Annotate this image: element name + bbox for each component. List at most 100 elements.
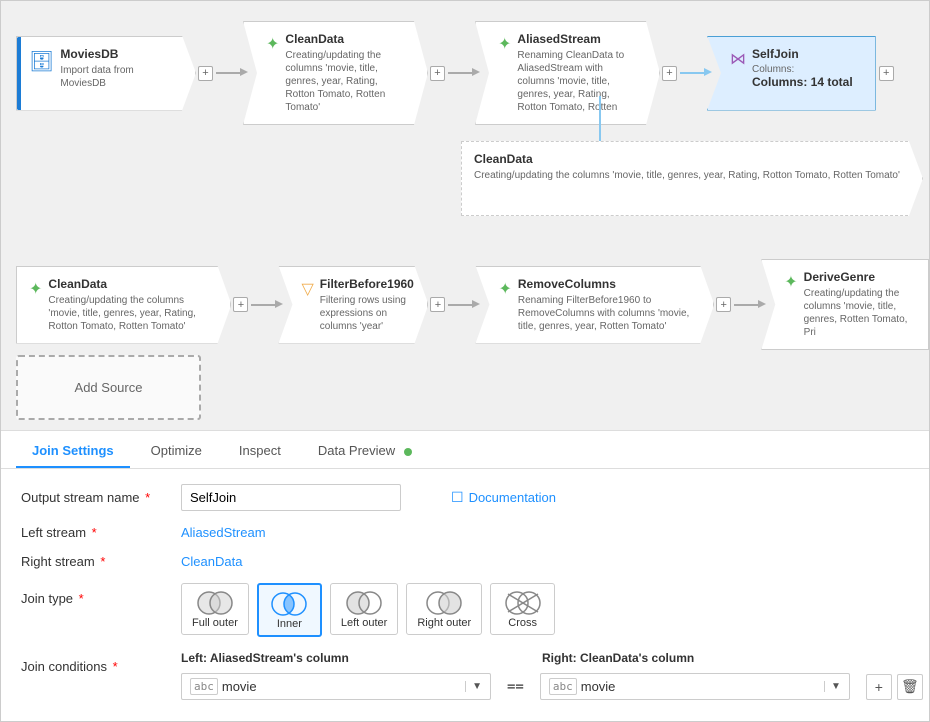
node-cleandata3-title: CleanData xyxy=(48,277,208,291)
left-outer-icon xyxy=(344,589,384,617)
inner-icon xyxy=(269,590,309,618)
plus-btn-7[interactable]: + xyxy=(716,297,731,312)
join-conditions-label: Join conditions * xyxy=(21,651,181,674)
filter-icon: ▽ xyxy=(301,279,313,299)
node-cleandata2-title: CleanData xyxy=(474,152,900,166)
plus-btn-3[interactable]: + xyxy=(662,66,677,81)
node-cleandata3-desc: Creating/updating the columns 'movie, ti… xyxy=(48,294,208,333)
node-removecolumns[interactable]: ✦ RemoveColumns Renaming FilterBefore196… xyxy=(475,266,714,344)
right-stream-row: Right stream * CleanData xyxy=(21,554,909,569)
join-btn-right-outer[interactable]: Right outer xyxy=(406,583,482,635)
alias-icon: ✦ xyxy=(498,34,511,54)
node-removecolumns-desc: Renaming FilterBefore1960 to RemoveColum… xyxy=(518,294,691,333)
left-dropdown-arrow: ▼ xyxy=(465,681,482,692)
output-stream-row: Output stream name * ☐ Documentation xyxy=(21,484,909,511)
settings-panel: Output stream name * ☐ Documentation Lef… xyxy=(1,469,929,721)
add-source-label: Add Source xyxy=(75,380,143,395)
node-filterbefore1960[interactable]: ▽ FilterBefore1960 Filtering rows using … xyxy=(278,266,428,344)
node-cleandata1-desc: Creating/updating the columns 'movie, ti… xyxy=(285,49,405,114)
left-stream-row: Left stream * AliasedStream xyxy=(21,525,909,540)
add-source-button[interactable]: Add Source xyxy=(16,355,201,420)
output-stream-label: Output stream name * xyxy=(21,490,181,505)
left-type-badge: abc xyxy=(190,678,218,695)
node-moviesdb-title: MoviesDB xyxy=(60,47,173,61)
tab-data-preview[interactable]: Data Preview xyxy=(302,435,428,468)
plus-btn-4[interactable]: + xyxy=(879,66,894,81)
node-selfjoin-desc: Columns: 14 total xyxy=(752,75,853,89)
join-conditions-headers: Left: AliasedStream's column Right: Clea… xyxy=(181,651,923,665)
data-preview-dot xyxy=(404,448,412,456)
plus-btn-5[interactable]: + xyxy=(233,297,248,312)
node-aliasedstream[interactable]: ✦ AliasedStream Renaming CleanData to Al… xyxy=(475,21,660,125)
join-conditions-row: Join conditions * Left: AliasedStream's … xyxy=(21,651,909,700)
derive-icon: ✦ xyxy=(784,272,797,292)
canvas-area: 🗄 MoviesDB Import data from MoviesDB + ✦ xyxy=(1,1,929,431)
left-column-select[interactable]: abc movie ▼ xyxy=(181,673,491,700)
tabs-bar: Join Settings Optimize Inspect Data Prev… xyxy=(1,431,929,469)
documentation-link[interactable]: ☐ Documentation xyxy=(451,489,556,506)
node-selfjoin[interactable]: ⋈ SelfJoin Columns: Columns: 14 total xyxy=(707,36,876,111)
condition-row-1: abc movie ▼ == abc movie ▼ + xyxy=(181,673,923,700)
node-aliasedstream-title: AliasedStream xyxy=(517,32,637,46)
node-aliasedstream-desc: Renaming CleanData to AliasedStream with… xyxy=(517,49,637,114)
remove-icon: ✦ xyxy=(498,279,511,299)
left-stream-label: Left stream * xyxy=(21,525,181,540)
node-derivegenre[interactable]: ✦ DeriveGenre Creating/updating the colu… xyxy=(761,259,929,350)
node-cleandata1[interactable]: ✦ CleanData Creating/updating the column… xyxy=(243,21,428,125)
join-btn-left-outer[interactable]: Left outer xyxy=(330,583,398,635)
clean1-icon: ✦ xyxy=(266,34,279,54)
node-selfjoin-sub: Columns: xyxy=(752,64,853,75)
plus-btn-2[interactable]: + xyxy=(430,66,445,81)
join-type-buttons: Full outer Inner xyxy=(181,583,555,637)
delete-condition-button[interactable]: 🗑 xyxy=(897,674,923,700)
right-stream-label: Right stream * xyxy=(21,554,181,569)
node-derivegenre-title: DeriveGenre xyxy=(804,270,918,284)
right-col-header: Right: CleanData's column xyxy=(542,651,852,665)
right-dropdown-arrow: ▼ xyxy=(824,681,841,692)
left-column-value: movie xyxy=(222,679,257,694)
tab-optimize[interactable]: Optimize xyxy=(135,435,218,468)
output-stream-input[interactable] xyxy=(181,484,401,511)
pipeline-row-1: 🗄 MoviesDB Import data from MoviesDB + ✦ xyxy=(16,21,894,125)
join-btn-cross[interactable]: Cross xyxy=(490,583,555,635)
node-filterbefore1960-title: FilterBefore1960 xyxy=(320,277,414,291)
right-column-select[interactable]: abc movie ▼ xyxy=(540,673,850,700)
tab-join-settings[interactable]: Join Settings xyxy=(16,435,130,468)
main-container: 🗄 MoviesDB Import data from MoviesDB + ✦ xyxy=(0,0,930,722)
plus-btn-6[interactable]: + xyxy=(430,297,445,312)
node-cleandata2[interactable]: CleanData Creating/updating the columns … xyxy=(461,141,923,216)
node-moviesdb-desc: Import data from MoviesDB xyxy=(60,64,173,90)
add-condition-button[interactable]: + xyxy=(866,674,892,700)
node-moviesdb[interactable]: 🗄 MoviesDB Import data from MoviesDB xyxy=(16,36,196,111)
full-outer-icon xyxy=(195,589,235,617)
right-column-value: movie xyxy=(581,679,616,694)
join-btn-inner[interactable]: Inner xyxy=(257,583,322,637)
join-type-label: Join type * xyxy=(21,583,181,606)
right-outer-label: Right outer xyxy=(417,617,471,629)
cross-label: Cross xyxy=(508,617,537,629)
eq-operator: == xyxy=(499,679,532,695)
left-col-header: Left: AliasedStream's column xyxy=(181,651,491,665)
join-btn-full-outer[interactable]: Full outer xyxy=(181,583,249,635)
right-outer-icon xyxy=(424,589,464,617)
node-derivegenre-desc: Creating/updating the columns 'movie, ti… xyxy=(804,287,918,339)
doc-icon: ☐ xyxy=(451,489,464,506)
node-filterbefore1960-desc: Filtering rows using expressions on colu… xyxy=(320,294,414,333)
left-outer-label: Left outer xyxy=(341,617,387,629)
cross-icon xyxy=(503,589,543,617)
clean3-icon: ✦ xyxy=(29,279,42,299)
plus-btn-1[interactable]: + xyxy=(198,66,213,81)
join-type-row: Join type * Full outer xyxy=(21,583,909,637)
right-type-badge: abc xyxy=(549,678,577,695)
node-selfjoin-title: SelfJoin xyxy=(752,47,853,61)
node-cleandata1-title: CleanData xyxy=(285,32,405,46)
node-cleandata2-desc: Creating/updating the columns 'movie, ti… xyxy=(474,169,900,182)
pipeline-row-3: ✦ CleanData Creating/updating the column… xyxy=(16,259,929,350)
right-stream-link[interactable]: CleanData xyxy=(181,554,242,569)
tab-inspect[interactable]: Inspect xyxy=(223,435,297,468)
left-stream-link[interactable]: AliasedStream xyxy=(181,525,266,540)
pipeline-row-2: CleanData Creating/updating the columns … xyxy=(461,141,923,216)
node-cleandata3[interactable]: ✦ CleanData Creating/updating the column… xyxy=(16,266,231,344)
inner-label: Inner xyxy=(277,618,302,630)
node-removecolumns-title: RemoveColumns xyxy=(518,277,691,291)
